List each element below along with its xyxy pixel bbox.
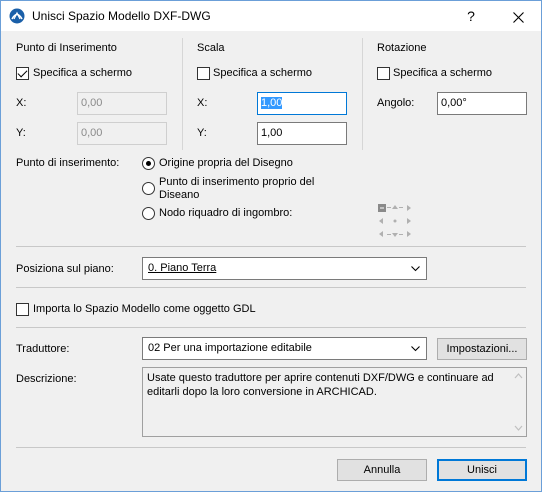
scale-x-field[interactable]: 1,00 — [257, 92, 347, 115]
translator-dropdown[interactable]: 02 Per una importazione editabile — [142, 337, 427, 360]
chevron-down-icon — [411, 266, 420, 272]
translator-label: Traduttore: — [16, 343, 70, 355]
radio-own-insertion-point[interactable] — [142, 182, 155, 195]
rotation-angle-field[interactable]: 0,00° — [437, 92, 527, 115]
separator-2 — [16, 287, 526, 288]
column-divider — [182, 38, 183, 150]
scroll-down-icon — [514, 425, 523, 431]
scale-heading: Scala — [197, 42, 225, 54]
radio-bounding-box-node[interactable] — [142, 207, 155, 220]
title-bar: Unisci Spazio Modello DXF-DWG ? — [1, 1, 541, 31]
floor-label: Posiziona sul piano: — [16, 263, 114, 275]
insertion-x-label: X: — [16, 97, 27, 109]
floor-dropdown[interactable]: 0. Piano Terra — [142, 257, 427, 280]
floor-value: 0. Piano Terra — [148, 262, 217, 274]
scale-x-value: 1,00 — [261, 97, 283, 109]
insertion-specify-label: Specifica a schermo — [33, 67, 133, 79]
rotation-heading: Rotazione — [377, 42, 427, 54]
close-icon — [512, 11, 524, 23]
scale-y-field[interactable]: 1,00 — [257, 122, 347, 145]
radio-drawing-origin-label: Origine propria del Disegno — [159, 157, 293, 169]
scroll-up-icon — [514, 373, 523, 379]
window-title: Unisci Spazio Modello DXF-DWG — [32, 9, 211, 23]
dialog-window: Unisci Spazio Modello DXF-DWG ? Punto di… — [0, 0, 542, 492]
scale-specify-label: Specifica a schermo — [213, 67, 313, 79]
rotation-angle-label: Angolo: — [377, 97, 415, 109]
insertion-specify-checkbox[interactable] — [16, 67, 29, 80]
merge-button[interactable]: Unisci — [437, 459, 527, 481]
radio-bounding-box-node-label: Nodo riquadro di ingombro: — [159, 207, 293, 219]
radio-own-insertion-point-label: Punto di inserimento proprio del Diseano — [159, 176, 315, 201]
insertion-x-field[interactable]: 0,00 — [77, 92, 167, 115]
description-text-box[interactable]: Usate questo traduttore per aprire conte… — [142, 367, 527, 437]
gdl-import-checkbox[interactable] — [16, 303, 29, 316]
description-label: Descrizione: — [16, 373, 77, 385]
rotation-specify-checkbox[interactable] — [377, 67, 390, 80]
separator-1 — [16, 246, 526, 247]
archicad-app-icon — [9, 8, 25, 24]
insertion-y-field[interactable]: 0,00 — [77, 122, 167, 145]
scale-specify-checkbox[interactable] — [197, 67, 210, 80]
bounding-box-node-picker[interactable] — [377, 203, 413, 239]
help-button[interactable]: ? — [448, 1, 494, 31]
chevron-down-icon — [411, 346, 420, 352]
gdl-import-label: Importa lo Spazio Modello come oggetto G… — [33, 303, 256, 315]
insertion-point-heading: Punto di Inserimento — [16, 42, 117, 54]
radio-drawing-origin[interactable] — [142, 157, 155, 170]
scale-x-label: X: — [197, 97, 208, 109]
description-text: Usate questo traduttore per aprire conte… — [147, 372, 494, 398]
insertion-mode-label: Punto di inserimento: — [16, 157, 120, 169]
translator-settings-button[interactable]: Impostazioni... — [437, 338, 527, 360]
description-scrollbar[interactable] — [511, 368, 526, 436]
translator-value: 02 Per una importazione editabile — [148, 342, 312, 354]
scale-y-label: Y: — [197, 127, 207, 139]
close-button[interactable] — [495, 1, 541, 31]
rotation-specify-label: Specifica a schermo — [393, 67, 493, 79]
separator-3 — [16, 327, 526, 328]
column-divider-2 — [362, 38, 363, 150]
insertion-y-label: Y: — [16, 127, 26, 139]
separator-4 — [16, 447, 526, 448]
cancel-button[interactable]: Annulla — [337, 459, 427, 481]
